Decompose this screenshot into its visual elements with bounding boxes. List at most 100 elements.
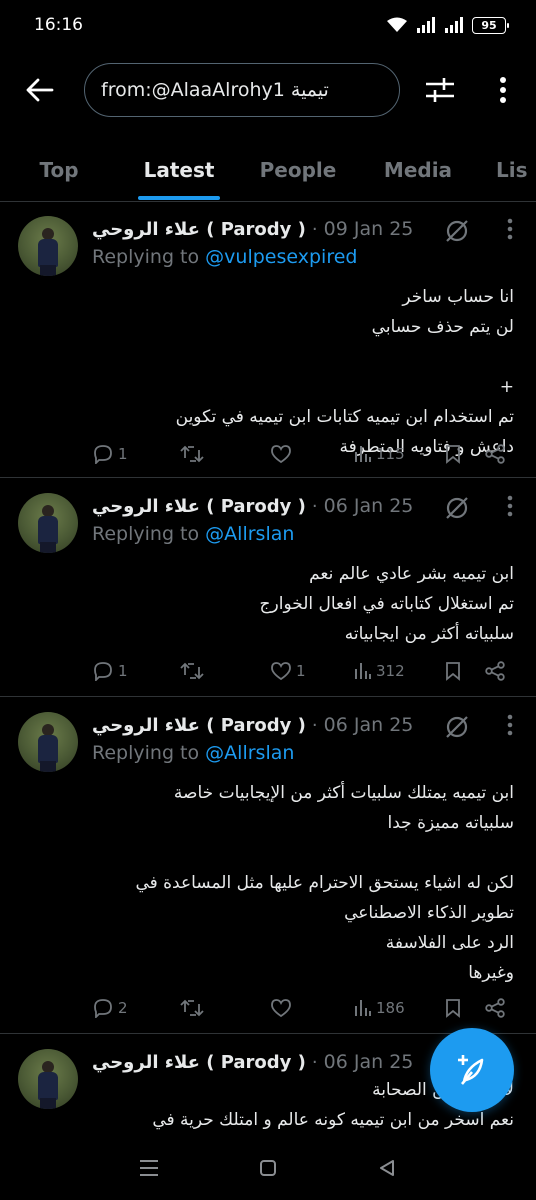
compose-post-button[interactable] [430,1028,514,1112]
share-icon [485,661,505,681]
reply-handle-link[interactable]: @Allrslan [205,742,294,764]
tweet-line: وغيرها [468,963,514,983]
back-nav-button[interactable] [372,1153,402,1183]
separator-dot: · [311,495,318,517]
tweet-actions: 1 1 312 [0,653,536,689]
repost-button[interactable] [180,990,208,1026]
avatar[interactable] [18,493,78,553]
compose-feather-icon [458,1055,484,1085]
author-name[interactable]: علاء الروحي ( Parody ) [92,715,306,736]
tweet-line: تم استغلال كتاباته في افعال الخوارج [259,594,514,614]
tweet-header: علاء الروحي ( Parody ) · 09 Jan 25 [92,214,422,244]
repost-button[interactable] [180,653,208,689]
tweet-more-button[interactable] [498,216,522,242]
bookmark-icon [446,445,460,464]
tweet-text: ابن تيميه يمتلك سلبيات أكثر من الإيجابيا… [94,778,514,988]
tweet-line: الرد على الفلاسفة [385,933,514,953]
tab-lists[interactable]: Lis [480,140,536,200]
share-icon [485,998,505,1018]
tweet-line: لكن له اشياء يستحق الاحترام عليها مثل ال… [135,873,514,893]
tweet-line: نعم اسخر من ابن تيميه كونه عالم و امتلك … [152,1110,514,1130]
separator-dot: · [311,1051,318,1073]
tweet-more-button[interactable] [498,712,522,738]
arrow-left-icon [26,78,54,102]
replying-to: Replying to @Allrslan [92,523,295,545]
more-options-button[interactable] [488,72,518,108]
share-button[interactable] [484,436,506,472]
reply-button[interactable]: 2 [92,990,128,1026]
tab-people[interactable]: People [240,140,356,200]
views-chart-icon [355,663,371,679]
views-button[interactable]: 186 [354,990,405,1026]
grok-icon[interactable] [444,218,470,244]
replying-to: Replying to @vulpesexpired [92,246,358,268]
share-button[interactable] [484,990,506,1026]
tweet-line [94,838,514,868]
tweet-date: 06 Jan 25 [323,495,414,517]
signal-icon [417,17,435,33]
bookmark-button[interactable] [444,990,462,1026]
author-name[interactable]: علاء الروحي ( Parody ) [92,1052,306,1073]
views-chart-icon [355,446,371,462]
tweet-date: 09 Jan 25 [323,218,414,240]
battery-icon: 95 [472,16,509,34]
tweet-line: انا حساب ساخر [402,287,514,307]
repost-icon [180,445,204,463]
home-button[interactable] [253,1153,283,1183]
tweet[interactable]: علاء الروحي ( Parody ) · 06 Jan 25 Reply… [0,479,536,697]
like-button[interactable]: 1 [270,653,306,689]
avatar[interactable] [18,712,78,772]
bookmark-button[interactable] [444,436,462,472]
views-chart-icon [355,1000,371,1016]
comment-icon [94,999,112,1018]
tab-media[interactable]: Media [356,140,480,200]
tab-top[interactable]: Top [0,140,118,200]
tweet-header: علاء الروحي ( Parody ) · 06 Jan 25 [92,710,422,740]
wifi-icon [387,17,407,32]
menu-lines-icon [140,1160,159,1176]
tweet-more-button[interactable] [498,493,522,519]
grok-icon[interactable] [444,495,470,521]
avatar[interactable] [18,1049,78,1109]
grok-icon[interactable] [444,714,470,740]
repost-button[interactable] [180,436,208,472]
reply-button[interactable]: 1 [92,653,128,689]
tweet-header: علاء الروحي ( Parody ) · 06 Jan 25 [92,1047,422,1077]
status-time: 16:16 [34,15,83,35]
like-button[interactable] [270,990,296,1026]
author-name[interactable]: علاء الروحي ( Parody ) [92,219,306,240]
signal-2-icon [445,17,463,33]
tweet-line: تم استخدام ابن تيميه كتابات ابن تيميه في… [175,407,514,427]
search-input[interactable]: from:@AlaaAlrohy1 تيمية [84,63,400,117]
reply-button[interactable]: 1 [92,436,128,472]
tweet-header: علاء الروحي ( Parody ) · 06 Jan 25 [92,491,422,521]
tweet-date: 06 Jan 25 [323,714,414,736]
tweet-text: انا حساب ساخر لن يتم حذف حسابي + تم استخ… [94,282,514,462]
views-button[interactable]: 312 [354,653,405,689]
bookmark-button[interactable] [444,653,462,689]
triangle-back-icon [379,1160,394,1176]
tweet[interactable]: علاء الروحي ( Parody ) · 06 Jan 25 Reply… [0,698,536,1034]
separator-dot: · [311,218,318,240]
reply-handle-link[interactable]: @vulpesexpired [205,246,357,268]
tweet-line: سلبياته مميزة جدا [387,813,514,833]
avatar[interactable] [18,216,78,276]
tab-latest[interactable]: Latest [118,140,240,200]
share-icon [485,444,505,464]
replying-to: Replying to @Allrslan [92,742,295,764]
search-filter-button[interactable] [420,72,460,108]
share-button[interactable] [484,653,506,689]
tweet[interactable]: علاء الروحي ( Parody ) · 09 Jan 25 Reply… [0,202,536,478]
views-button[interactable]: 115 [354,436,405,472]
recent-apps-button[interactable] [134,1153,164,1183]
like-button[interactable] [270,436,296,472]
tweet-actions: 2 186 [0,990,536,1026]
tweet-line: تطوير الذكاء الاصطناعي [344,903,514,923]
tweet-line: ابن تيميه بشر عادي عالم نعم [309,564,514,584]
author-name[interactable]: علاء الروحي ( Parody ) [92,496,306,517]
separator-dot: · [311,714,318,736]
reply-handle-link[interactable]: @Allrslan [205,523,294,545]
vertical-dots-icon [500,77,506,103]
sliders-icon [426,78,454,102]
back-button[interactable] [22,74,58,106]
